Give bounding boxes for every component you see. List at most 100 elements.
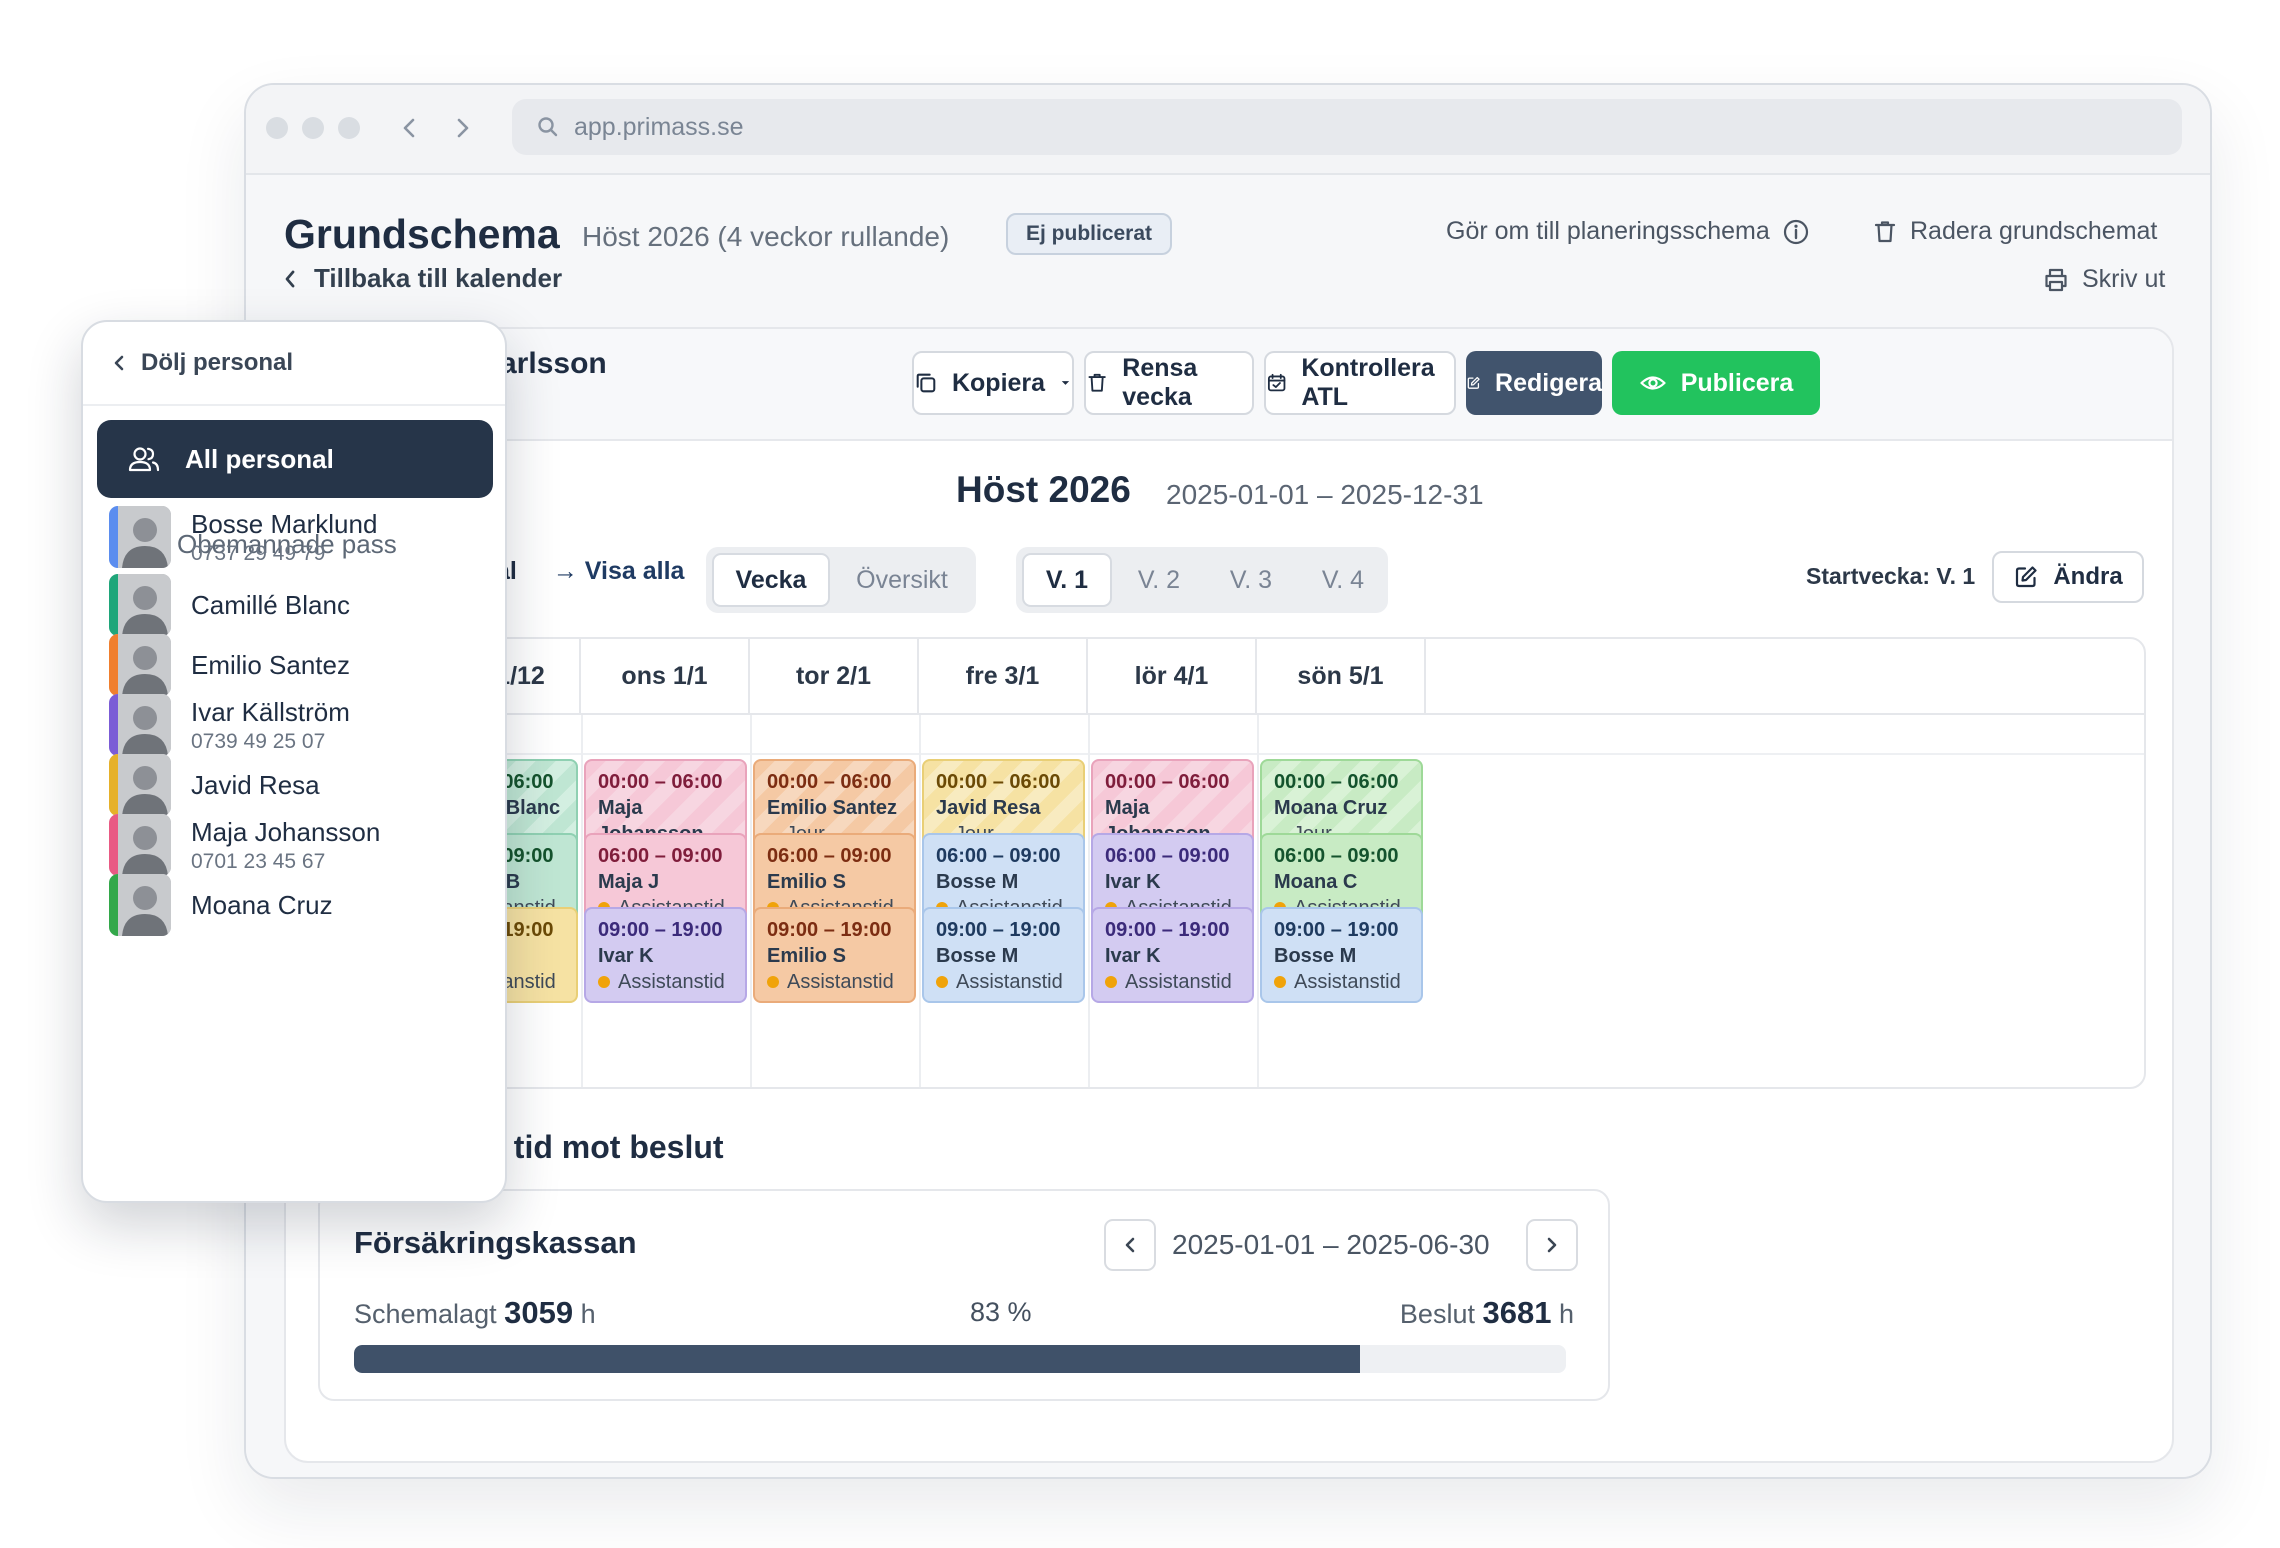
chevron-left-icon [114, 355, 124, 371]
back-to-calendar-link[interactable]: Tillbaka till kalender [284, 263, 562, 294]
staff-list-item[interactable]: Moana Cruz [109, 874, 333, 936]
all-staff-item[interactable]: All personal [97, 420, 493, 498]
change-start-week-button[interactable]: Ändra [1992, 551, 2144, 603]
scheduled-unit: h [580, 1299, 596, 1329]
next-period-button[interactable] [1526, 1219, 1578, 1271]
staff-name: Javid Resa [191, 769, 320, 800]
shift-assignee: Emilio S [767, 945, 846, 967]
page-subtitle: Höst 2026 (4 veckor rullande) [582, 221, 950, 252]
clear-week-button[interactable]: Rensa vecka [1084, 351, 1254, 415]
staff-info: Ivar Källström 0739 49 25 07 [191, 697, 350, 754]
shift-assignee: Moana Cruz [1274, 797, 1388, 819]
shift-assignee: Ivar K [1105, 871, 1161, 893]
shift-time: 09:00 – 19:00 [936, 919, 1061, 941]
week-tab-3[interactable]: V. 3 [1206, 553, 1296, 607]
avatar [109, 506, 171, 568]
staff-list-item[interactable]: Bosse Marklund 0737 29 49 79 [109, 506, 377, 568]
shift-type-dot [1105, 976, 1117, 988]
status-badge: Ej publicerat [1006, 213, 1173, 255]
hide-staff-label: Dölj personal [141, 349, 294, 376]
staff-name: Camillé Blanc [191, 589, 350, 620]
staff-list-item[interactable]: Emilio Santez [109, 634, 350, 696]
view-mode-week[interactable]: Vecka [712, 553, 830, 607]
chevron-left-icon [1125, 1237, 1135, 1253]
shift-time: 00:00 – 06:00 [598, 771, 723, 793]
staff-info: Emilio Santez [191, 650, 350, 681]
shift-type: Assistanstid [1274, 969, 1409, 995]
shift-type-dot [1274, 976, 1286, 988]
avatar [109, 634, 171, 696]
print-button[interactable]: Skriv ut [2042, 265, 2165, 294]
prev-period-button[interactable] [1104, 1219, 1156, 1271]
shift-card[interactable]: 09:00 – 19:00 Bosse M Assistanstid [1260, 907, 1423, 1003]
shift-type-label: Assistanstid [1125, 971, 1232, 993]
staff-list-item[interactable]: Camillé Blanc [109, 574, 350, 636]
avatar-color-strip [109, 814, 118, 876]
day-column-divider [581, 715, 583, 1087]
shift-type-dot [767, 976, 779, 988]
period-range: 2025-01-01 – 2025-12-31 [1166, 479, 1484, 510]
shift-card[interactable]: 09:00 – 19:00 Ivar K Assistanstid [584, 907, 747, 1003]
progress-percent: 83 % [970, 1297, 1032, 1327]
window-minimize-dot[interactable] [302, 117, 324, 139]
shift-card[interactable]: 09:00 – 19:00 Emilio S Assistanstid [753, 907, 916, 1003]
check-atl-label: Kontrollera ATL [1301, 354, 1435, 411]
browser-forward-icon[interactable] [448, 113, 478, 143]
shift-assignee: Bosse M [1274, 945, 1357, 967]
users-icon [128, 447, 160, 472]
staff-list-item[interactable]: Javid Resa [109, 754, 320, 816]
convert-label: Gör om till planeringsschema [1446, 217, 1770, 245]
week-tab-2[interactable]: V. 2 [1114, 553, 1204, 607]
staff-info: Javid Resa [191, 770, 320, 801]
shift-time: 09:00 – 19:00 [1105, 919, 1230, 941]
check-atl-button[interactable]: Kontrollera ATL [1264, 351, 1456, 415]
day-header: fre 3/1 [919, 639, 1088, 713]
publish-label: Publicera [1680, 368, 1794, 397]
avatar [109, 754, 171, 816]
printer-icon [2045, 268, 2067, 291]
shift-time: 00:00 – 06:00 [1105, 771, 1230, 793]
week-selector: V. 1 V. 2 V. 3 V. 4 [1016, 547, 1388, 613]
shift-time: 00:00 – 06:00 [1274, 771, 1399, 793]
staff-list-item[interactable]: Maja Johansson 0701 23 45 67 [109, 814, 380, 876]
shift-time: 06:00 – 09:00 [598, 845, 723, 867]
shift-card[interactable]: 09:00 – 19:00 Ivar K Assistanstid [1091, 907, 1254, 1003]
staff-info: Maja Johansson 0701 23 45 67 [191, 817, 380, 874]
hide-staff-button[interactable]: Dölj personal [83, 322, 505, 406]
staff-list-item[interactable]: Ivar Källström 0739 49 25 07 [109, 694, 350, 756]
week-tab-4[interactable]: V. 4 [1298, 553, 1388, 607]
day-column-divider [919, 715, 921, 1087]
avatar [109, 574, 171, 636]
browser-back-icon[interactable] [394, 113, 424, 143]
browser-window: app.primass.se Grundschema Höst 2026 (4 … [244, 83, 2212, 1479]
client-name: arlsson [500, 347, 607, 380]
view-mode-overview[interactable]: Översikt [838, 553, 966, 607]
staff-name: Moana Cruz [191, 889, 333, 920]
window-close-dot[interactable] [266, 117, 288, 139]
shift-type-label: Assistanstid [618, 971, 725, 993]
info-icon[interactable] [1782, 218, 1810, 246]
shift-type-dot [936, 976, 948, 988]
report-heading: l tid mot beslut [496, 1129, 724, 1165]
delete-schedule-button[interactable]: Radera grundschemat [1872, 217, 2157, 246]
address-bar[interactable]: app.primass.se [512, 99, 2182, 155]
shift-type-label: Assistanstid [1294, 971, 1401, 993]
calendar-check-icon [1267, 373, 1286, 392]
week-tab-1[interactable]: V. 1 [1022, 553, 1112, 607]
staff-info: Bosse Marklund 0737 29 49 79 [191, 509, 377, 566]
edit-button[interactable]: Redigera [1466, 351, 1602, 415]
publish-button[interactable]: Publicera [1612, 351, 1820, 415]
window-maximize-dot[interactable] [338, 117, 360, 139]
show-all-link[interactable]: → Visa alla [553, 557, 685, 586]
all-staff-label: All personal [185, 443, 334, 474]
chevron-right-icon [1547, 1237, 1557, 1253]
grid-header-divider [288, 713, 2144, 715]
person-photo [118, 506, 171, 568]
convert-to-planning-button[interactable]: Gör om till planeringsschema [1446, 217, 1810, 246]
staff-name: Maja Johansson [191, 816, 381, 847]
shift-assignee: Maja J [598, 871, 660, 893]
decision-hours: Beslut 3681 h [1400, 1295, 1574, 1331]
copy-dropdown-button[interactable]: Kopiera [912, 351, 1074, 415]
shift-assignee: Bosse M [936, 871, 1019, 893]
shift-card[interactable]: 09:00 – 19:00 Bosse M Assistanstid [922, 907, 1085, 1003]
